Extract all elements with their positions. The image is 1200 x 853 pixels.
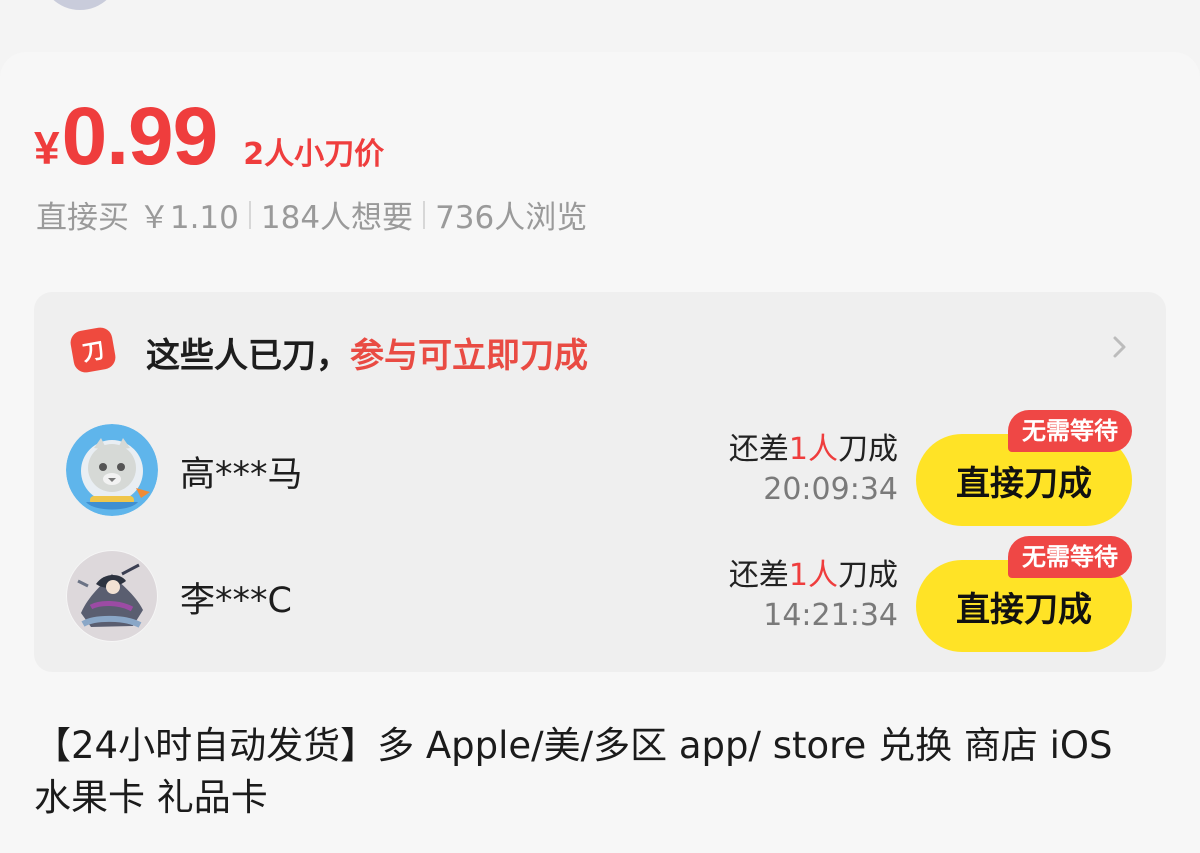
bargain-row: 高***马 还差1人刀成 20:09:34 直接刀成 无需等待 (66, 410, 1136, 526)
badge-front-shape: 刀 (68, 325, 118, 375)
status-prefix: 还差 (728, 432, 789, 467)
product-description: 【24小时自动发货】多 Apple/美/多区 app/ store 兑换 商店 … (34, 724, 1113, 819)
meta-divider (248, 200, 251, 229)
meta-divider (423, 200, 426, 229)
chevron-right-icon[interactable] (1106, 334, 1132, 360)
bargain-user-name: 李***C (180, 581, 292, 621)
status-count: 1人 (788, 432, 838, 467)
avatar (66, 424, 158, 516)
price-note: 2人小刀价 (243, 137, 385, 172)
status-suffix: 刀成 (838, 558, 898, 593)
direct-bargain-button[interactable]: 直接刀成 无需等待 (916, 410, 1132, 526)
status-prefix: 还差 (728, 558, 789, 593)
no-wait-badge: 无需等待 (1008, 410, 1132, 452)
views-count: 736人浏览 (435, 200, 588, 236)
countdown-time: 14:21:34 (763, 598, 898, 633)
status-suffix: 刀成 (838, 432, 898, 467)
bargain-header: 刀 这些人已刀， 参与可立即刀成 (68, 322, 588, 382)
button-label: 直接刀成 (956, 463, 1092, 504)
avatar (66, 550, 158, 642)
remaining-status: 还差1人刀成 (698, 550, 898, 594)
bargain-title-highlight: 参与可立即刀成 (350, 335, 588, 376)
seller-avatar-edge (40, 0, 120, 10)
product-detail-page: ¥ 0.99 2人小刀价 直接买 ￥1.10 184人想要 736人浏览 刀 这… (0, 0, 1200, 853)
price-currency: ¥ (34, 122, 60, 174)
status-count: 1人 (788, 558, 838, 593)
bargain-status: 还差1人刀成 14:21:34 (698, 550, 898, 633)
bargain-badge-icon: 刀 (68, 325, 130, 375)
button-label: 直接刀成 (956, 589, 1092, 630)
bargain-status: 还差1人刀成 20:09:34 (698, 424, 898, 507)
price-row: ¥ 0.99 2人小刀价 (34, 90, 385, 182)
bargain-section[interactable]: 刀 这些人已刀， 参与可立即刀成 高***马 还差1人刀成 20:09:34 直… (34, 292, 1166, 672)
direct-bargain-button[interactable]: 直接刀成 无需等待 (916, 536, 1132, 652)
price-amount: 0.99 (61, 91, 219, 182)
direct-buy-price: 直接买 ￥1.10 (36, 200, 239, 236)
countdown-time: 20:09:34 (763, 472, 898, 507)
bargain-user-name: 高***马 (180, 455, 303, 495)
meta-row: 直接买 ￥1.10 184人想要 736人浏览 (36, 192, 587, 237)
wants-count: 184人想要 (260, 200, 414, 236)
no-wait-badge: 无需等待 (1008, 536, 1132, 578)
remaining-status: 还差1人刀成 (698, 424, 898, 468)
bargain-title: 这些人已刀， (146, 335, 350, 376)
bargain-row: 李***C 还差1人刀成 14:21:34 直接刀成 无需等待 (66, 536, 1136, 652)
